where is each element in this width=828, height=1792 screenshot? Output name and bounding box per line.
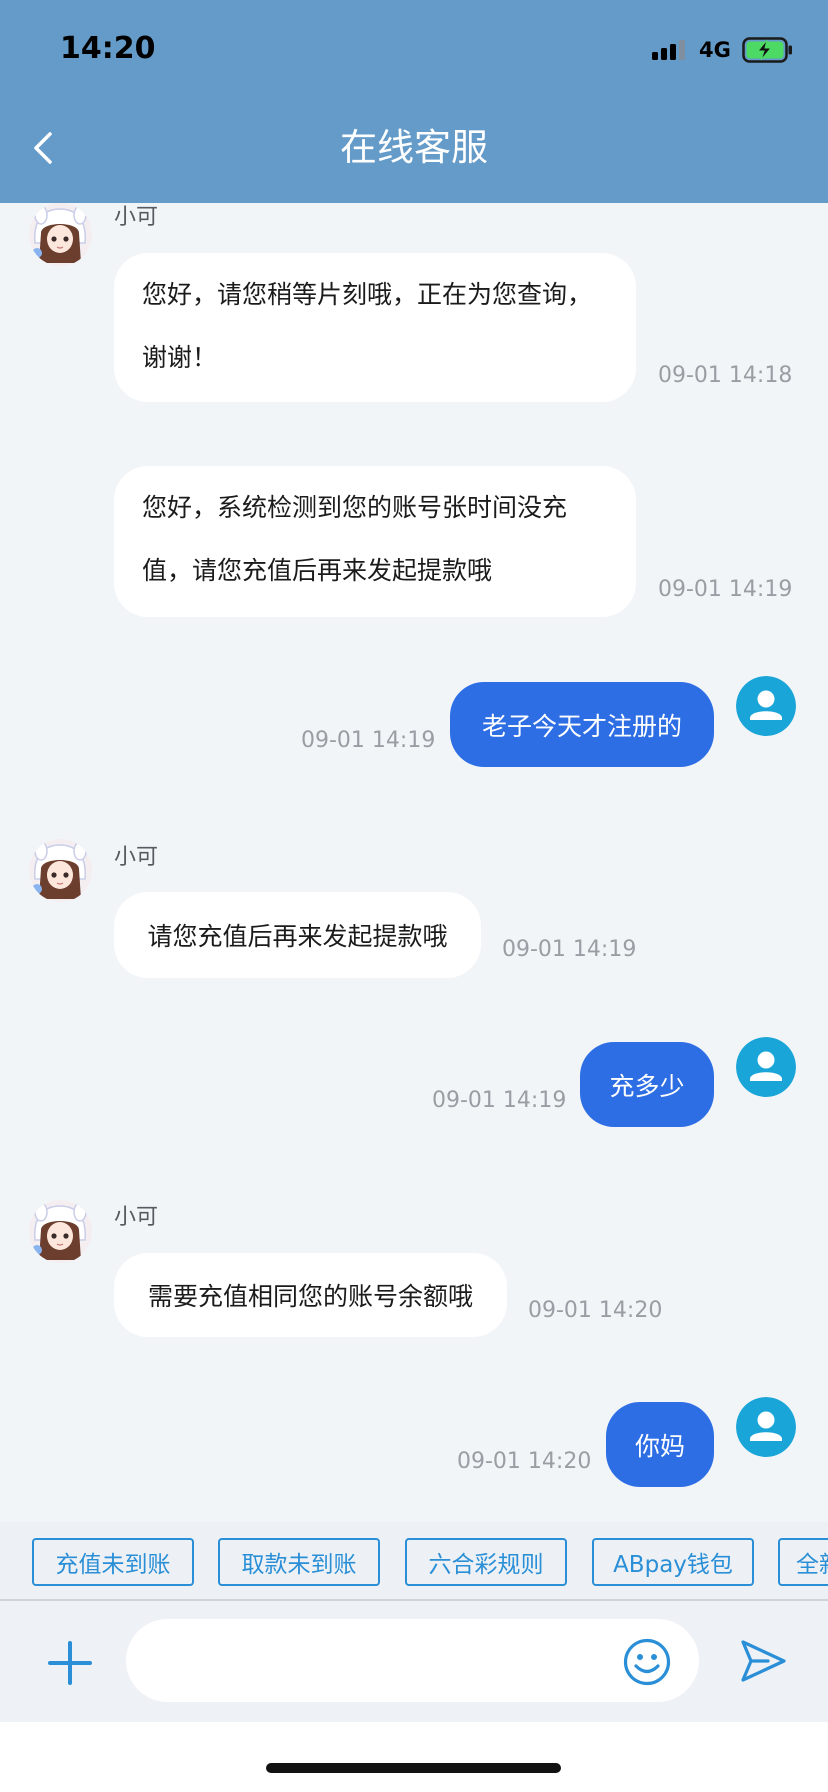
signal-bars-icon — [652, 40, 685, 60]
bottom-safe-area — [0, 1722, 828, 1792]
quick-reply-button[interactable]: 取款未到账 — [218, 1538, 380, 1586]
message-text: 充多少 — [609, 1071, 685, 1101]
agent-name: 小可 — [114, 845, 159, 870]
agent-avatar[interactable] — [29, 839, 92, 902]
agent-name: 小可 — [114, 1205, 159, 1230]
message-time: 09-01 14:20 — [457, 1449, 592, 1474]
emoji-icon — [623, 1638, 671, 1686]
battery-charging-icon — [742, 37, 792, 63]
home-indicator[interactable] — [266, 1763, 561, 1773]
message-time: 09-01 14:19 — [502, 937, 637, 962]
message-bubble[interactable]: 充多少 — [580, 1042, 714, 1127]
message-time: 09-01 14:19 — [432, 1088, 567, 1113]
status-time: 14:20 — [60, 31, 156, 66]
user-icon — [736, 676, 796, 736]
message-time: 09-01 14:20 — [528, 1298, 663, 1323]
agent-avatar-image — [29, 839, 92, 902]
agent-avatar[interactable] — [29, 1200, 92, 1263]
message-text: 请您充值后再来发起提款哦 — [147, 922, 448, 951]
agent-avatar-image — [29, 1200, 92, 1263]
agent-name: 小可 — [114, 205, 159, 230]
message-time: 09-01 14:19 — [301, 728, 436, 753]
message-bubble[interactable]: 请您充值后再来发起提款哦 — [114, 892, 481, 978]
input-bar — [0, 1601, 828, 1722]
send-button[interactable] — [738, 1637, 788, 1685]
user-avatar[interactable] — [736, 676, 796, 736]
message-bubble[interactable]: 需要充值相同您的账号余额哦 — [114, 1253, 507, 1337]
message-text-line: 谢谢！ — [142, 343, 218, 372]
message-input[interactable] — [126, 1619, 699, 1702]
message-time: 09-01 14:19 — [658, 577, 793, 602]
message-text-line: 值，请您充值后再来发起提款哦 — [142, 556, 493, 585]
message-text: 你妈 — [634, 1431, 685, 1461]
message-bubble[interactable]: 你妈 — [606, 1402, 714, 1487]
user-icon — [736, 1397, 796, 1457]
agent-avatar-image — [29, 203, 92, 266]
quick-reply-button[interactable]: 充值未到账 — [32, 1538, 194, 1586]
send-icon — [741, 1640, 786, 1682]
page-title: 在线客服 — [340, 126, 488, 169]
agent-avatar[interactable] — [29, 203, 92, 266]
message-bubble[interactable]: 您好，请您稍等片刻哦，正在为您查询， 谢谢！ — [114, 253, 636, 402]
quick-reply-button[interactable]: 六合彩规则 — [405, 1538, 567, 1586]
emoji-button[interactable] — [622, 1637, 672, 1687]
user-avatar[interactable] — [736, 1397, 796, 1457]
plus-icon — [48, 1641, 92, 1685]
message-text: 需要充值相同您的账号余额哦 — [147, 1282, 473, 1311]
quick-reply-button[interactable]: ABpay钱包 — [592, 1538, 754, 1586]
network-label: 4G — [699, 38, 731, 62]
header: 14:20 4G 在线客服 — [0, 0, 828, 203]
message-text: 老子今天才注册的 — [481, 711, 682, 741]
add-button[interactable] — [44, 1639, 96, 1687]
user-icon — [736, 1037, 796, 1097]
quick-reply-button[interactable]: 全新 — [778, 1538, 828, 1586]
quick-reply-bar[interactable]: 充值未到账 取款未到账 六合彩规则 ABpay钱包 全新 — [0, 1522, 828, 1601]
message-bubble[interactable]: 老子今天才注册的 — [450, 682, 714, 767]
user-avatar[interactable] — [736, 1037, 796, 1097]
message-text-line: 您好，系统检测到您的账号张时间没充 — [142, 493, 568, 522]
message-time: 09-01 14:18 — [658, 363, 793, 388]
message-text-line: 您好，请您稍等片刻哦，正在为您查询， — [142, 280, 593, 309]
message-bubble[interactable]: 您好，系统检测到您的账号张时间没充 值，请您充值后再来发起提款哦 — [114, 466, 636, 617]
